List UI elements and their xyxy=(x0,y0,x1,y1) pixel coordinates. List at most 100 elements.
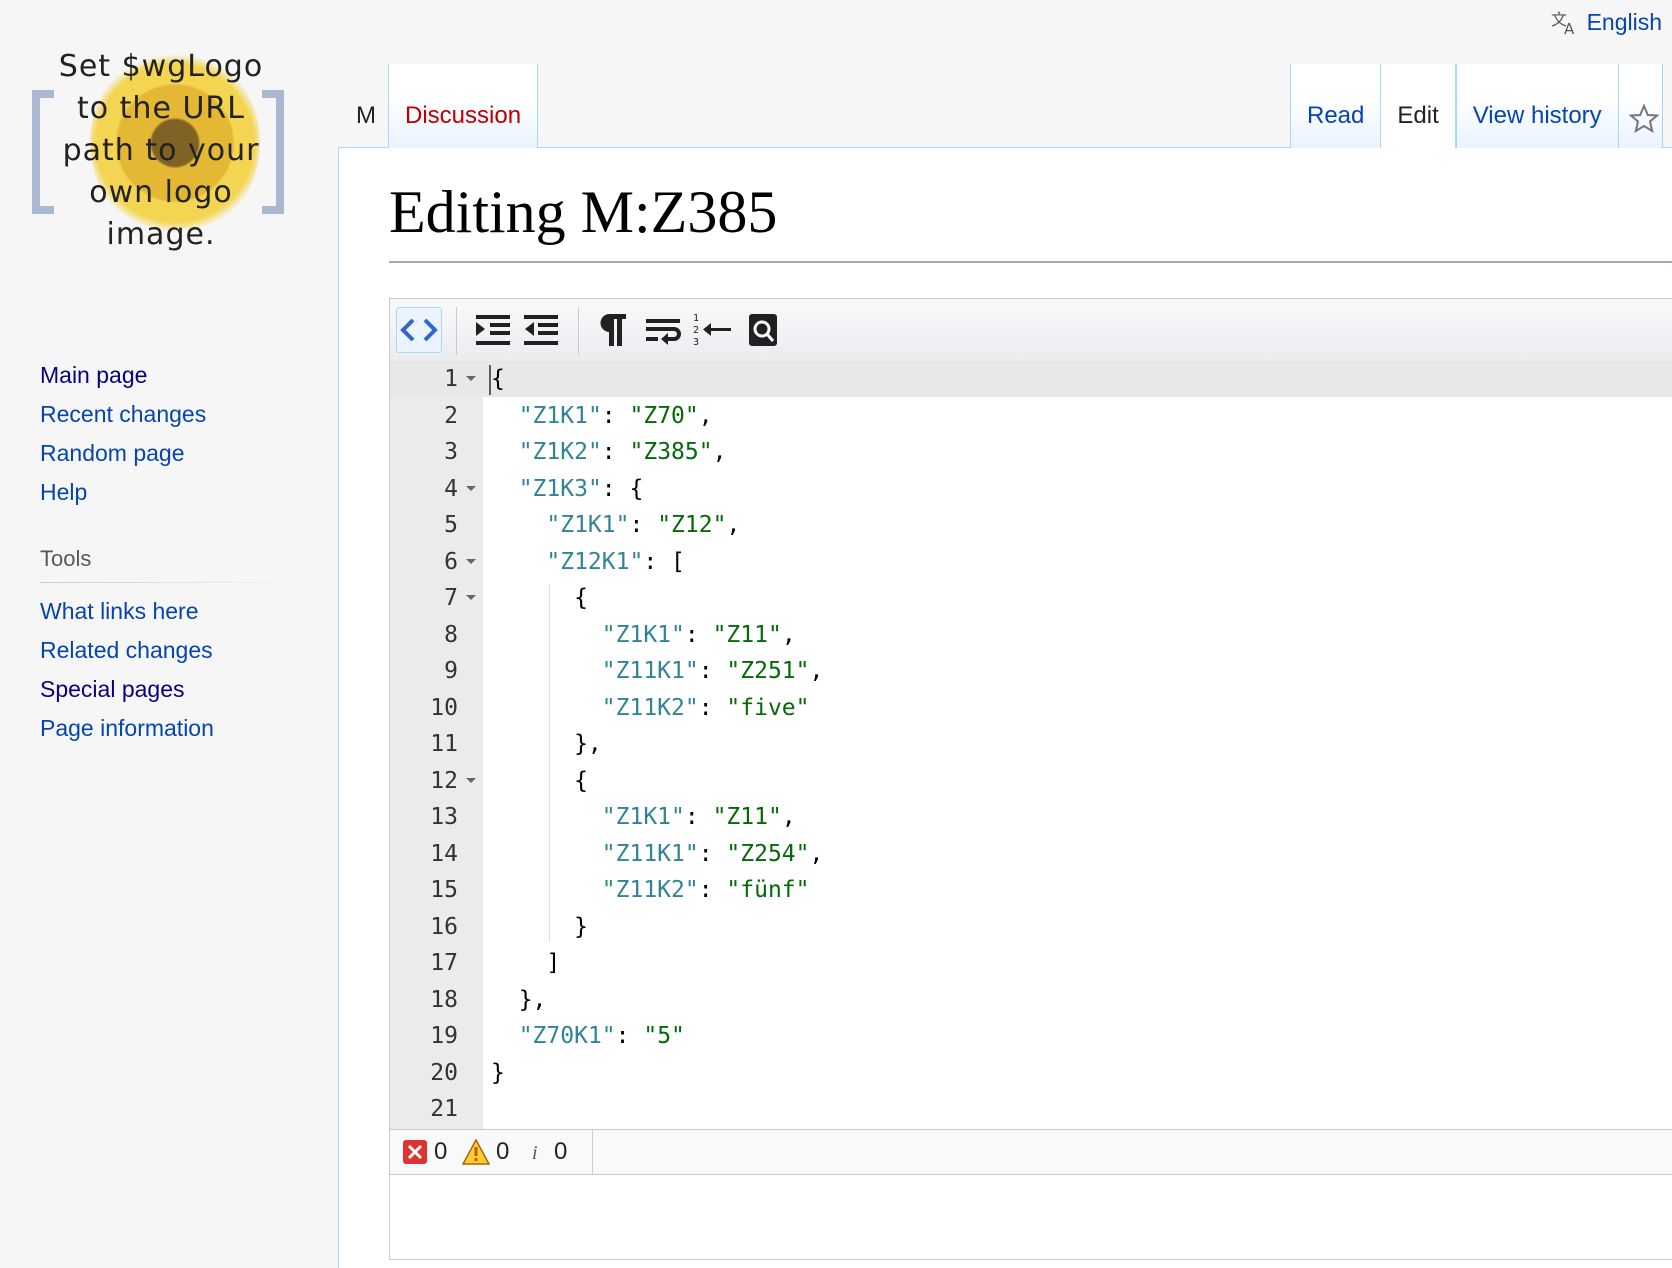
nav-random-page[interactable]: Random page xyxy=(40,434,206,473)
search-button[interactable] xyxy=(740,307,786,353)
fold-toggle-icon[interactable] xyxy=(466,595,476,600)
goto-line-button[interactable]: 1 2 3 xyxy=(690,307,736,353)
warning-count[interactable]: 0 xyxy=(462,1138,509,1166)
sidebar: Set $wgLogo to the URL path to your own … xyxy=(0,0,338,1256)
line-number: 5 xyxy=(444,512,458,538)
code-line[interactable]: 16 } xyxy=(390,909,1672,945)
toolbar-separator xyxy=(456,307,457,355)
code-icon xyxy=(400,318,438,342)
tab-read[interactable]: Read xyxy=(1290,64,1382,148)
code-text: "Z12K1": [ xyxy=(546,548,685,575)
code-line[interactable]: 5 "Z1K1": "Z12", xyxy=(390,507,1672,543)
warning-icon xyxy=(462,1139,490,1165)
line-number: 10 xyxy=(430,694,458,721)
wrap-icon xyxy=(646,319,681,345)
line-number: 2 xyxy=(444,402,458,429)
code-text: }, xyxy=(491,986,547,1013)
code-line[interactable]: 1{ xyxy=(390,361,1672,397)
tab-view-history[interactable]: View history xyxy=(1455,64,1619,148)
logo-line: to the URL xyxy=(77,91,245,126)
code-line[interactable]: 21 xyxy=(390,1091,1672,1127)
svg-text:A: A xyxy=(1564,20,1575,36)
code-text: "Z1K1": "Z11", xyxy=(601,621,796,648)
code-line[interactable]: 17 ] xyxy=(390,945,1672,981)
fold-toggle-icon[interactable] xyxy=(466,485,476,491)
line-number: 8 xyxy=(444,621,458,648)
line-wrap-button[interactable] xyxy=(640,307,686,353)
svg-text:3: 3 xyxy=(693,337,699,348)
code-line[interactable]: 20} xyxy=(390,1055,1672,1091)
indent-button[interactable] xyxy=(470,307,516,353)
code-line[interactable]: 2 "Z1K1": "Z70", xyxy=(390,398,1672,434)
watch-button[interactable] xyxy=(1618,64,1663,148)
language-selector[interactable]: 文 A English xyxy=(1551,8,1662,37)
code-line[interactable]: 6 "Z12K1": [ xyxy=(390,544,1672,580)
tools-special-pages[interactable]: Special pages xyxy=(40,670,214,709)
tab-view-history-label[interactable]: View history xyxy=(1473,102,1602,130)
svg-text:i: i xyxy=(532,1142,538,1164)
fold-toggle-icon[interactable] xyxy=(466,376,476,381)
error-count[interactable]: 0 xyxy=(402,1138,447,1166)
logo-line: Set $wgLogo xyxy=(58,49,264,84)
error-icon xyxy=(403,1140,427,1164)
code-text: "Z11K1": "Z251", xyxy=(601,658,824,684)
tab-read-label[interactable]: Read xyxy=(1307,102,1364,130)
tab-namespace[interactable]: M xyxy=(340,64,388,148)
code-area[interactable]: 1{2 "Z1K1": "Z70", 3 "Z1K2": "Z385", 4 "Z1… xyxy=(390,361,1672,1129)
code-line[interactable]: 4 "Z1K3": { xyxy=(390,471,1672,507)
code-toggle-button[interactable] xyxy=(396,307,442,353)
tab-discussion[interactable]: Discussion xyxy=(388,64,539,148)
code-text: "Z1K3": { xyxy=(518,475,644,502)
code-line[interactable]: 3 "Z1K2": "Z385", xyxy=(390,434,1672,470)
fold-toggle-icon[interactable] xyxy=(466,558,476,564)
nav-help[interactable]: Help xyxy=(40,473,206,512)
code-line[interactable]: 11 }, xyxy=(390,726,1672,762)
code-text: { xyxy=(491,366,505,392)
tools-related-changes[interactable]: Related changes xyxy=(40,631,214,670)
code-line[interactable]: 8 "Z1K1": "Z11", xyxy=(390,617,1672,653)
code-line[interactable]: 18 }, xyxy=(390,982,1672,1018)
line-number: 17 xyxy=(430,950,458,976)
info-icon: i xyxy=(532,1142,538,1164)
line-number: 11 xyxy=(430,731,458,757)
logo-line: image. xyxy=(106,217,216,252)
tools-what-links-here[interactable]: What links here xyxy=(40,592,214,631)
indent-icon xyxy=(476,315,510,345)
line-number: 16 xyxy=(430,913,458,940)
tab-discussion-label[interactable]: Discussion xyxy=(405,102,521,130)
site-logo[interactable]: Set $wgLogo to the URL path to your own … xyxy=(30,40,292,255)
nav-recent-changes[interactable]: Recent changes xyxy=(40,395,206,434)
code-text: "Z11K1": "Z254", xyxy=(601,840,824,867)
info-count[interactable]: i 0 xyxy=(528,1138,567,1166)
code-line[interactable]: 10 "Z11K2": "five" xyxy=(390,690,1672,726)
tab-edit[interactable]: Edit xyxy=(1381,64,1456,148)
code-text: } xyxy=(491,913,588,940)
editor-toolbar: 1 2 3 xyxy=(390,299,1672,362)
outdent-button[interactable] xyxy=(518,307,564,353)
warning-count-value: 0 xyxy=(496,1138,510,1165)
code-line[interactable]: 13 "Z1K1": "Z11", xyxy=(390,799,1672,835)
code-editor: 1 2 3 1{2 "Z1K1": "Z70", 3 "Z1K2": "Z385"… xyxy=(389,298,1672,1260)
svg-text:2: 2 xyxy=(693,325,699,336)
nav-main-page[interactable]: Main page xyxy=(40,356,206,395)
code-line[interactable]: 9 "Z11K1": "Z251", xyxy=(390,653,1672,689)
code-text: "Z1K1": "Z70", xyxy=(518,402,713,429)
text-cursor xyxy=(489,365,491,395)
fold-toggle-icon[interactable] xyxy=(466,777,476,783)
code-line[interactable]: 15 "Z11K2": "fünf" xyxy=(390,872,1672,908)
namespace-tabs: M Discussion xyxy=(340,64,539,148)
navigation-menu: Main page Recent changes Random page Hel… xyxy=(40,356,206,512)
tools-page-information[interactable]: Page information xyxy=(40,709,214,748)
page-title: Editing M:Z385 xyxy=(389,179,778,245)
code-line[interactable]: 19 "Z70K1": "5" xyxy=(390,1018,1672,1054)
editor-status-bar: 0 0 i 0 xyxy=(390,1129,1672,1175)
code-text: "Z11K2": "five" xyxy=(601,694,810,721)
view-tabs: Read Edit View history xyxy=(1290,64,1663,148)
info-count-value: 0 xyxy=(554,1138,568,1165)
code-line[interactable]: 14 "Z11K1": "Z254", xyxy=(390,836,1672,872)
code-line[interactable]: 7 { xyxy=(390,580,1672,616)
invisibles-button[interactable] xyxy=(590,307,636,353)
code-line[interactable]: 12 { xyxy=(390,763,1672,799)
code-text: ] xyxy=(491,950,561,976)
indent-guide xyxy=(549,584,550,941)
